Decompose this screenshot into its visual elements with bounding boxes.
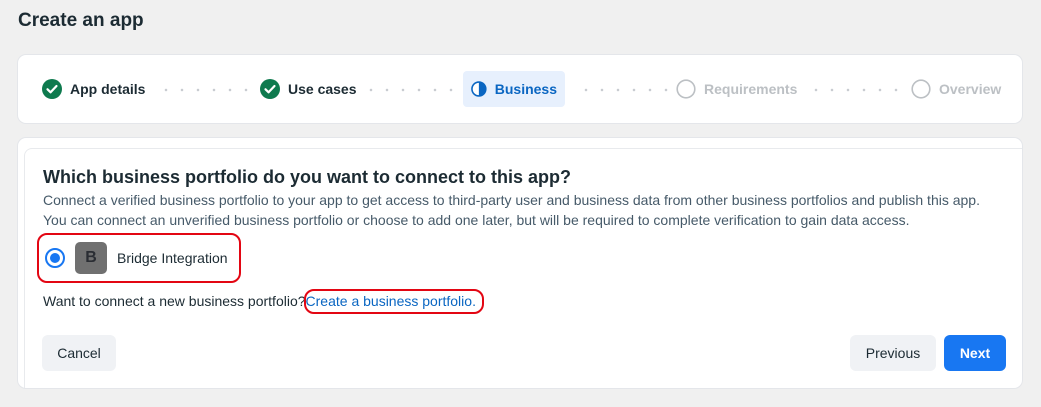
step-label: Requirements — [704, 81, 798, 97]
step-overview[interactable]: Overview — [903, 71, 1009, 107]
step-connector — [158, 88, 258, 92]
progress-stepper: App details Use cases Business Requireme… — [18, 55, 1022, 123]
step-connector — [578, 88, 668, 92]
step-label: Business — [494, 81, 557, 97]
check-circle-icon — [42, 79, 62, 99]
description-line-2: You can connect an unverified business p… — [43, 212, 910, 228]
step-use-cases[interactable]: Use cases — [252, 71, 365, 107]
previous-button[interactable]: Previous — [850, 335, 936, 371]
half-circle-icon — [471, 81, 487, 97]
empty-circle-icon — [676, 79, 696, 99]
step-business[interactable]: Business — [463, 71, 565, 107]
question-heading: Which business portfolio do you want to … — [43, 167, 571, 187]
step-label: Overview — [939, 81, 1002, 97]
next-button[interactable]: Next — [944, 335, 1006, 371]
step-connector — [363, 88, 463, 92]
description-line-1: Connect a verified business portfolio to… — [43, 192, 980, 208]
step-requirements[interactable]: Requirements — [668, 71, 805, 107]
new-portfolio-text: Want to connect a new business portfolio… — [43, 293, 306, 309]
business-portfolio-card: Which business portfolio do you want to … — [18, 138, 1022, 388]
highlight-annotation — [37, 233, 241, 283]
step-app-details[interactable]: App details — [34, 71, 153, 107]
empty-circle-icon — [911, 79, 931, 99]
step-label: Use cases — [288, 81, 357, 97]
highlight-annotation — [304, 289, 484, 314]
step-label: App details — [70, 81, 146, 97]
cancel-button[interactable]: Cancel — [42, 335, 116, 371]
page-title: Create an app — [18, 10, 144, 31]
step-connector — [808, 88, 903, 92]
check-circle-icon — [260, 79, 280, 99]
